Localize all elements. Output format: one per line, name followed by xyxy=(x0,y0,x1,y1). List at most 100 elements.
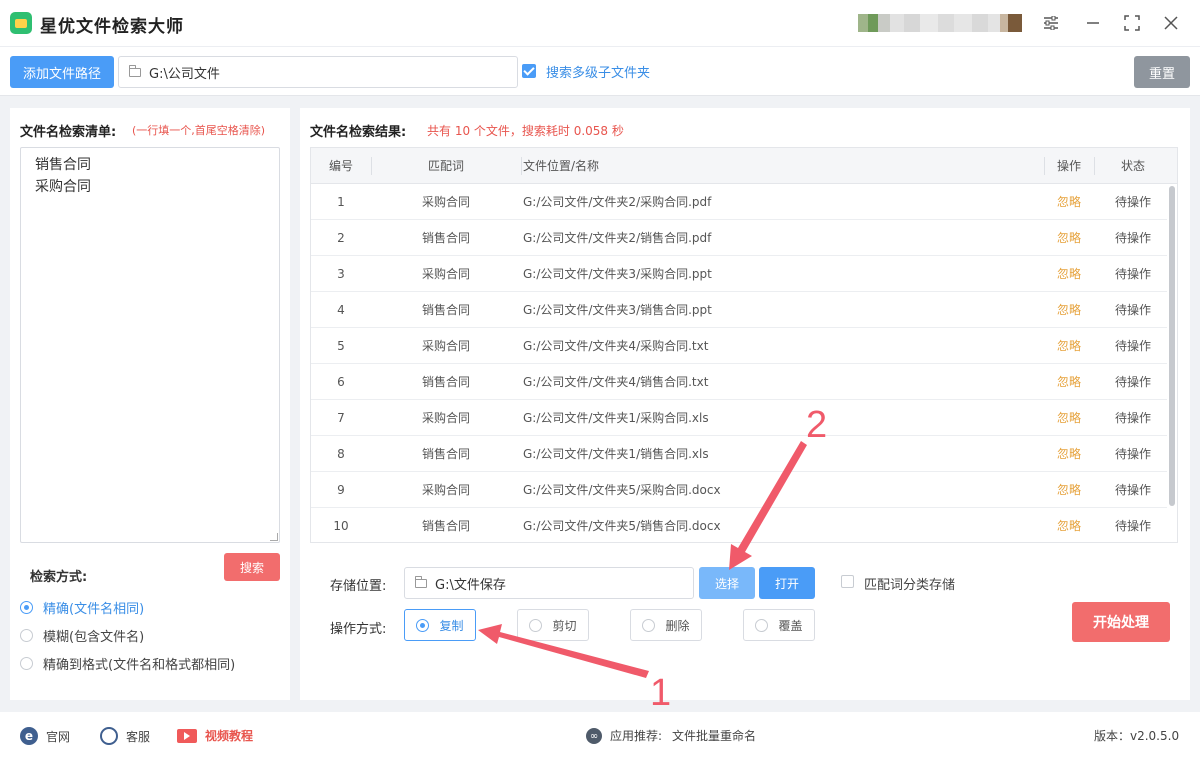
operation-cut-option[interactable]: 剪切 xyxy=(517,609,589,641)
column-divider xyxy=(521,157,522,175)
ignore-action-link[interactable]: 忽略 xyxy=(1044,364,1094,400)
cell-keyword: 销售合同 xyxy=(421,303,470,317)
table-row[interactable]: 8 销售合同 G:/公司文件/文件夹1/销售合同.xls 忽略 待操作 xyxy=(311,436,1167,472)
ignore-action-link[interactable]: 忽略 xyxy=(1044,256,1094,292)
table-row[interactable]: 4 销售合同 G:/公司文件/文件夹3/销售合同.ppt 忽略 待操作 xyxy=(311,292,1167,328)
table-row[interactable]: 7 采购合同 G:/公司文件/文件夹1/采购合同.xls 忽略 待操作 xyxy=(311,400,1167,436)
cell-status: 待操作 xyxy=(1114,519,1151,533)
select-folder-button[interactable]: 选择 xyxy=(699,567,755,599)
table-scrollbar[interactable] xyxy=(1169,186,1175,506)
radio-icon xyxy=(20,629,33,642)
operation-copy-label: 复制 xyxy=(439,618,464,633)
cell-path: G:/公司文件/文件夹3/销售合同.ppt xyxy=(523,303,712,317)
browser-e-icon: e xyxy=(20,727,38,745)
operation-label: 操作方式: xyxy=(330,622,387,637)
ignore-action-link[interactable]: 忽略 xyxy=(1044,436,1094,472)
table-row[interactable]: 9 采购合同 G:/公司文件/文件夹5/采购合同.docx 忽略 待操作 xyxy=(311,472,1167,508)
ignore-action-link[interactable]: 忽略 xyxy=(1044,400,1094,436)
annotation-number-2: 2 xyxy=(806,404,828,446)
cell-number: 7 xyxy=(337,411,345,425)
search-button[interactable]: 搜索 xyxy=(224,553,280,581)
start-processing-button[interactable]: 开始处理 xyxy=(1072,602,1170,642)
search-list-title: 文件名检索清单: xyxy=(20,125,117,140)
table-row[interactable]: 6 销售合同 G:/公司文件/文件夹4/销售合同.txt 忽略 待操作 xyxy=(311,364,1167,400)
cell-path: G:/公司文件/文件夹3/采购合同.ppt xyxy=(523,267,712,281)
cell-path: G:/公司文件/文件夹4/采购合同.txt xyxy=(523,339,709,353)
cell-number: 1 xyxy=(337,195,345,209)
folder-icon xyxy=(129,64,141,77)
website-label: 官网 xyxy=(46,729,71,744)
search-list-hint: (一行填一个,首尾空格清除) xyxy=(132,124,266,137)
column-header-action: 操作 xyxy=(1056,159,1081,173)
radio-icon xyxy=(755,618,769,632)
ignore-action-link[interactable]: 忽略 xyxy=(1044,328,1094,364)
cell-keyword: 采购合同 xyxy=(421,483,470,497)
cell-path: G:/公司文件/文件夹2/采购合同.pdf xyxy=(523,195,712,209)
video-tutorial-link[interactable]: 视频教程 xyxy=(177,727,253,744)
cell-keyword: 销售合同 xyxy=(421,447,470,461)
subfolder-checkbox[interactable] xyxy=(522,64,536,78)
radio-selected-icon xyxy=(416,618,430,632)
chat-bubble-icon xyxy=(100,727,118,745)
operation-overwrite-option[interactable]: 覆盖 xyxy=(743,609,815,641)
cell-keyword: 销售合同 xyxy=(421,231,470,245)
cell-status: 待操作 xyxy=(1114,267,1151,281)
open-folder-button[interactable]: 打开 xyxy=(759,567,815,599)
cell-number: 2 xyxy=(337,231,345,245)
method-exact-format-option[interactable]: 精确到格式(文件名和格式都相同) xyxy=(20,654,235,673)
customer-service-link[interactable]: 客服 xyxy=(100,727,150,745)
cell-status: 待操作 xyxy=(1114,483,1151,497)
cell-number: 8 xyxy=(337,447,345,461)
method-fuzzy-option[interactable]: 模糊(包含文件名) xyxy=(20,626,144,645)
ignore-action-link[interactable]: 忽略 xyxy=(1044,292,1094,328)
table-row[interactable]: 5 采购合同 G:/公司文件/文件夹4/采购合同.txt 忽略 待操作 xyxy=(311,328,1167,364)
table-row[interactable]: 1 采购合同 G:/公司文件/文件夹2/采购合同.pdf 忽略 待操作 xyxy=(311,184,1167,220)
cell-number: 9 xyxy=(337,483,345,497)
cell-path: G:/公司文件/文件夹5/销售合同.docx xyxy=(523,519,721,533)
user-avatar-blurred[interactable] xyxy=(858,14,1022,32)
cell-status: 待操作 xyxy=(1114,411,1151,425)
minimize-icon[interactable] xyxy=(1080,10,1106,36)
status-bar: e 官网 客服 视频教程 ∞ 应用推荐: 文件批量重命名 版本：v2.0.5.0 xyxy=(0,712,1200,760)
table-row[interactable]: 10 销售合同 G:/公司文件/文件夹5/销售合同.docx 忽略 待操作 xyxy=(311,508,1167,542)
search-term-line: 采购合同 xyxy=(35,179,91,195)
cell-number: 10 xyxy=(333,519,349,533)
link-icon: ∞ xyxy=(586,727,602,744)
resize-grip-icon[interactable] xyxy=(270,533,278,541)
title-bar: 星优文件检索大师 xyxy=(0,0,1200,46)
classify-checkbox[interactable] xyxy=(841,575,854,588)
ignore-action-link[interactable]: 忽略 xyxy=(1044,220,1094,256)
close-icon[interactable] xyxy=(1158,10,1184,36)
storage-path-field[interactable]: G:\文件保存 xyxy=(404,567,694,599)
ignore-action-link[interactable]: 忽略 xyxy=(1044,184,1094,220)
column-header-number: 编号 xyxy=(328,159,353,173)
maximize-icon[interactable] xyxy=(1119,10,1145,36)
table-row[interactable]: 2 销售合同 G:/公司文件/文件夹2/销售合同.pdf 忽略 待操作 xyxy=(311,220,1167,256)
operation-copy-option[interactable]: 复制 xyxy=(404,609,476,641)
table-body: 1 采购合同 G:/公司文件/文件夹2/采购合同.pdf 忽略 待操作 2 销售合同 G:/公… xyxy=(311,184,1167,542)
ignore-action-link[interactable]: 忽略 xyxy=(1044,508,1094,542)
storage-label: 存储位置: xyxy=(330,579,387,594)
cell-number: 3 xyxy=(337,267,345,281)
version-text: 版本：v2.0.5.0 xyxy=(1094,729,1180,743)
source-path-value: G:\公司文件 xyxy=(149,66,220,82)
source-path-field[interactable]: G:\公司文件 xyxy=(118,56,518,88)
classify-label[interactable]: 匹配词分类存储 xyxy=(864,574,955,593)
subfolder-label[interactable]: 搜索多级子文件夹 xyxy=(546,62,650,81)
results-table: 编号 匹配词 文件位置/名称 操作 状态 1 采购合同 G:/公司文件/文件夹2/采… xyxy=(310,147,1178,543)
app-logo-icon xyxy=(10,12,32,34)
website-link[interactable]: e 官网 xyxy=(20,727,70,745)
app-recommend[interactable]: ∞ 应用推荐: 文件批量重命名 xyxy=(586,727,756,744)
radio-selected-icon xyxy=(20,601,33,614)
reset-button[interactable]: 重置 xyxy=(1134,56,1190,88)
cell-path: G:/公司文件/文件夹1/销售合同.xls xyxy=(523,447,709,461)
method-exact-option[interactable]: 精确(文件名相同) xyxy=(20,598,144,617)
cell-status: 待操作 xyxy=(1114,339,1151,353)
ignore-action-link[interactable]: 忽略 xyxy=(1044,472,1094,508)
settings-sliders-icon[interactable] xyxy=(1038,10,1064,36)
search-terms-textarea[interactable]: 销售合同 采购合同 xyxy=(20,147,280,543)
cell-status: 待操作 xyxy=(1114,375,1151,389)
add-file-path-button[interactable]: 添加文件路径 xyxy=(10,56,114,88)
operation-delete-option[interactable]: 删除 xyxy=(630,609,702,641)
table-row[interactable]: 3 采购合同 G:/公司文件/文件夹3/采购合同.ppt 忽略 待操作 xyxy=(311,256,1167,292)
